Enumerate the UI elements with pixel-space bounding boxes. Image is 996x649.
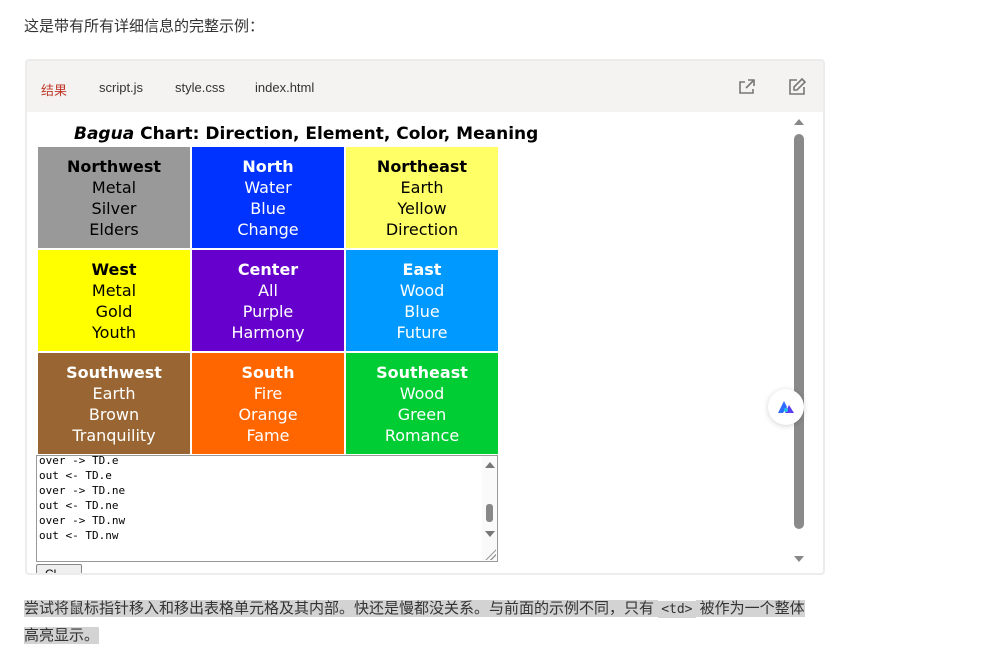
- log-line: out <- TD.nw: [39, 529, 119, 542]
- cell-element: Water: [244, 177, 292, 197]
- cell-element: Earth: [92, 383, 136, 403]
- bagua-cell-southwest[interactable]: Southwest Earth Brown Tranquility: [36, 351, 192, 456]
- bagua-cell-east[interactable]: East Wood Blue Future: [344, 248, 500, 353]
- cell-element: Metal: [91, 177, 137, 197]
- clear-button[interactable]: Cl: [36, 564, 82, 573]
- bagua-row: Southwest Earth Brown Tranquility South Fire O…: [36, 351, 500, 456]
- cell-element: Metal: [91, 280, 137, 300]
- cell-meaning: Harmony: [231, 322, 305, 342]
- result-scrollbar[interactable]: [791, 112, 807, 573]
- bagua-cell-northeast[interactable]: Northeast Earth Yellow Direction: [344, 145, 500, 250]
- cell-direction: West: [91, 259, 137, 279]
- cell-element: Wood: [399, 383, 445, 403]
- description-paragraph: 尝试将鼠标指针移入和移出表格单元格及其内部。快还是慢都没关系。与前面的示例不同，…: [24, 596, 816, 649]
- cell-direction: North: [242, 156, 294, 176]
- cell-color: Green: [397, 404, 447, 424]
- cell-direction: Northwest: [66, 156, 162, 176]
- share-icon[interactable]: [737, 77, 757, 97]
- cell-element: Fire: [253, 383, 283, 403]
- scroll-up-arrow-icon[interactable]: [485, 462, 495, 468]
- edit-icon[interactable]: [787, 77, 807, 97]
- cell-meaning: Future: [396, 322, 448, 342]
- log-line: over -> TD.ne: [39, 484, 126, 497]
- resize-handle-icon[interactable]: [484, 548, 496, 560]
- bagua-cell-northwest[interactable]: Northwest Metal Silver Elders: [36, 145, 192, 250]
- cell-direction: South: [241, 362, 295, 382]
- assistant-logo-icon: [778, 401, 794, 413]
- cell-meaning: Direction: [385, 219, 459, 239]
- cell-element: All: [258, 280, 278, 300]
- cell-meaning: Elders: [89, 219, 139, 239]
- log-line: out <- TD.ne: [39, 499, 119, 512]
- result-pane: Bagua Chart: Direction, Element, Color, …: [27, 112, 807, 573]
- chart-title-italic: Bagua: [74, 124, 135, 144]
- cell-color: Blue: [250, 198, 286, 218]
- chart-title-rest: Chart: Direction, Element, Color, Meanin…: [134, 124, 539, 144]
- result-scroll-up-icon[interactable]: [794, 119, 804, 125]
- cell-direction: Southeast: [376, 362, 468, 382]
- event-log-textarea[interactable]: over -> TD.e out <- TD.e over -> TD.ne out …: [36, 455, 498, 562]
- log-line: out <- TD.e: [39, 469, 112, 482]
- cell-meaning: Youth: [92, 322, 136, 342]
- cell-color: Silver: [91, 198, 137, 218]
- result-scroll-down-icon[interactable]: [794, 556, 804, 562]
- cell-meaning: Tranquility: [72, 425, 156, 445]
- bagua-cell-north[interactable]: North Water Blue Change: [190, 145, 346, 250]
- description-text-1: 尝试将鼠标指针移入和移出表格单元格及其内部。快还是慢都没关系。与前面的示例不同，…: [24, 600, 659, 617]
- bagua-row: Northwest Metal Silver Elders North Water Blue…: [36, 145, 500, 250]
- bagua-cell-southeast[interactable]: Southeast Wood Green Romance: [344, 351, 500, 456]
- cell-direction: East: [402, 259, 442, 279]
- tab-style-css[interactable]: style.css: [175, 80, 225, 95]
- intro-text: 这是带有所有详细信息的完整示例：: [24, 18, 265, 35]
- cell-color: Purple: [242, 301, 294, 321]
- cell-color: Orange: [238, 404, 298, 424]
- cell-meaning: Romance: [384, 425, 460, 445]
- tab-bar: 结果 script.js style.css index.html: [27, 61, 823, 112]
- cell-direction: Center: [237, 259, 299, 279]
- cell-color: Blue: [404, 301, 440, 321]
- log-line: over -> TD.nw: [39, 514, 126, 527]
- log-scrollbar[interactable]: [482, 456, 497, 561]
- cell-direction: Southwest: [66, 362, 162, 382]
- log-line: over -> TD.e: [39, 455, 119, 467]
- scroll-down-arrow-icon[interactable]: [485, 531, 495, 537]
- tab-result[interactable]: 结果: [41, 80, 67, 99]
- result-scroll-thumb[interactable]: [794, 134, 804, 529]
- cell-meaning: Change: [237, 219, 299, 239]
- cell-color: Yellow: [397, 198, 447, 218]
- tab-index-html[interactable]: index.html: [255, 80, 314, 95]
- cell-meaning: Fame: [246, 425, 290, 445]
- bagua-cell-center[interactable]: Center All Purple Harmony: [190, 248, 346, 353]
- tab-script-js[interactable]: script.js: [99, 80, 143, 95]
- bagua-table: Northwest Metal Silver Elders North Water Blue…: [36, 145, 500, 456]
- cell-element: Wood: [399, 280, 445, 300]
- assistant-float-button[interactable]: [768, 389, 804, 425]
- bagua-row: West Metal Gold Youth Center All Purple Harmony…: [36, 248, 500, 353]
- chart-title: Bagua Chart: Direction, Element, Color, …: [74, 124, 538, 144]
- cell-color: Brown: [88, 404, 140, 424]
- event-log-lines: over -> TD.e out <- TD.e over -> TD.ne out …: [37, 455, 497, 543]
- bagua-cell-south[interactable]: South Fire Orange Fame: [190, 351, 346, 456]
- td-code: <td>: [658, 601, 696, 618]
- cell-direction: Northeast: [376, 156, 468, 176]
- cell-color: Gold: [95, 301, 133, 321]
- bagua-cell-west[interactable]: West Metal Gold Youth: [36, 248, 192, 353]
- example-frame: 结果 script.js style.css index.html Bagua …: [25, 59, 825, 575]
- cell-element: Earth: [400, 177, 444, 197]
- log-scroll-thumb[interactable]: [486, 504, 493, 522]
